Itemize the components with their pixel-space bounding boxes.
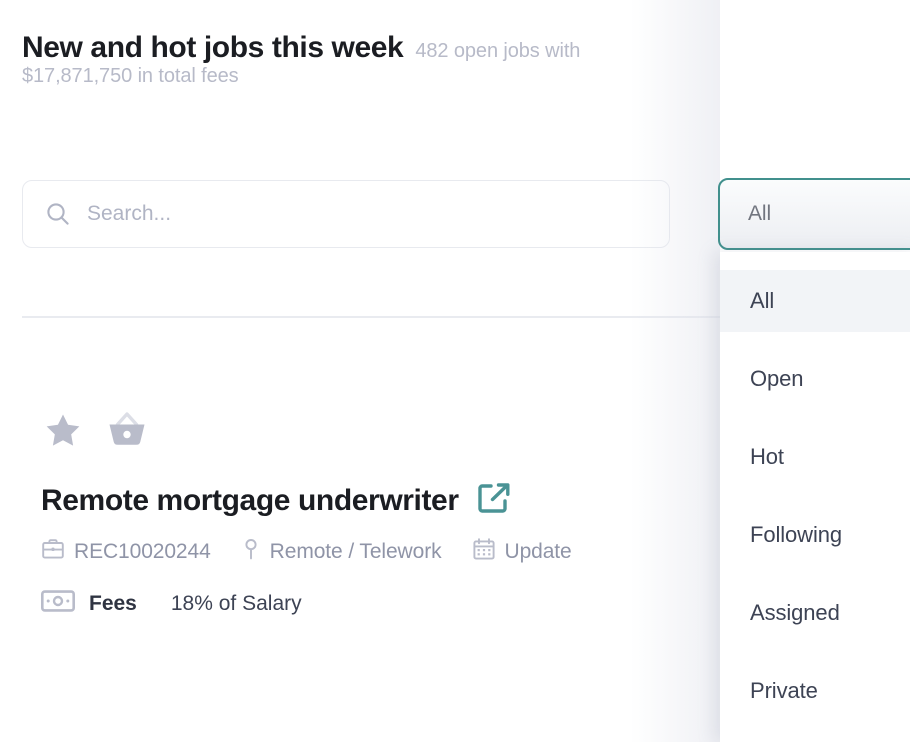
share-icon[interactable] [477, 482, 511, 519]
filter-option-open[interactable]: Open [720, 348, 910, 410]
meta-updated-text: Update [504, 540, 572, 563]
job-fees-row: Fees 18% of Salary [22, 589, 722, 618]
filter-dropdown-trigger-label: All [748, 202, 772, 225]
filter-dropdown-trigger[interactable]: All [718, 178, 910, 250]
search-input[interactable] [87, 202, 647, 226]
filter-dropdown-menu[interactable]: All Open Hot Following Assigned Private [720, 252, 910, 742]
filter-option-label: Assigned [750, 600, 840, 625]
basket-icon[interactable] [104, 408, 150, 452]
filter-option-all[interactable]: All [720, 270, 910, 332]
job-card-actions [22, 400, 722, 460]
filter-option-hot[interactable]: Hot [720, 426, 910, 488]
dropdown-shadow-overlay [630, 0, 720, 742]
search-icon [45, 201, 71, 227]
search-box[interactable] [22, 180, 670, 248]
filter-option-label: Open [750, 366, 804, 391]
filter-option-label: Private [750, 678, 818, 703]
filter-option-private[interactable]: Private [720, 660, 910, 722]
filter-option-following[interactable]: Following [720, 504, 910, 566]
page-subtitle-open-jobs: 482 open jobs with [415, 40, 581, 62]
filter-option-label: Following [750, 522, 843, 547]
page-subtitle-line: $17,871,750 in total fees [22, 65, 742, 89]
location-pin-icon [241, 537, 261, 567]
job-title-row: Remote mortgage underwriter [22, 482, 722, 519]
job-card: Remote mortgage underwriter REC10020244 [22, 400, 722, 618]
section-divider [22, 316, 742, 318]
page-title: New and hot jobs this week [22, 31, 404, 64]
filter-option-label: All [750, 288, 775, 313]
page-title-line: New and hot jobs this week 482 open jobs … [22, 30, 742, 65]
fees-label: Fees [89, 591, 137, 615]
meta-item-updated: Update [472, 537, 572, 567]
calendar-icon [472, 537, 496, 567]
page-subtitle-total-fees: $17,871,750 in total fees [22, 65, 239, 88]
filter-option-label: Hot [750, 444, 784, 469]
meta-item-job-id: REC10020244 [41, 537, 211, 567]
search-row [22, 180, 670, 248]
page-header: New and hot jobs this week 482 open jobs … [22, 30, 742, 89]
banknote-icon [40, 589, 75, 618]
fees-value: 18% of Salary [170, 591, 302, 615]
meta-job-id-text: REC10020244 [74, 540, 211, 563]
meta-item-location: Remote / Telework [241, 537, 442, 567]
meta-location-text: Remote / Telework [269, 540, 442, 563]
star-icon[interactable] [42, 409, 84, 451]
job-meta-row: REC10020244 Remote / Telework Update [22, 537, 722, 567]
job-title[interactable]: Remote mortgage underwriter [41, 484, 459, 517]
briefcase-icon [41, 537, 65, 567]
filter-option-assigned[interactable]: Assigned [720, 582, 910, 644]
